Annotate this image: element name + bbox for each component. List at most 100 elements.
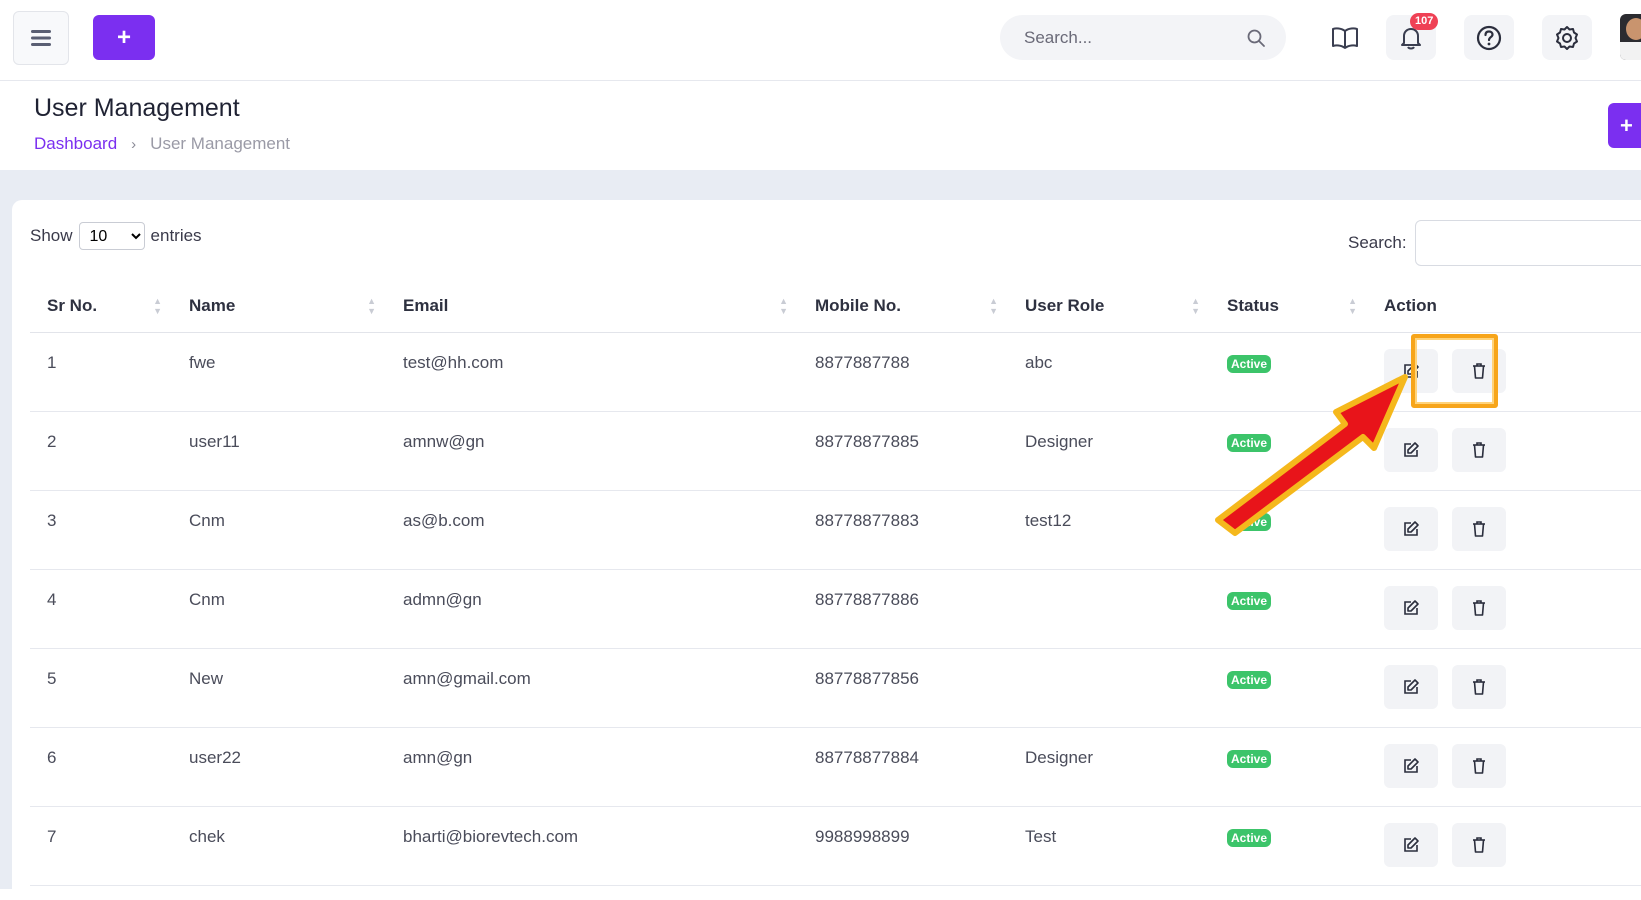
cell-email: amn@gn [386, 727, 798, 807]
table-row: 3 Cnm as@b.com 88778877883 test12 Active [30, 490, 1641, 570]
global-search-input[interactable] [1024, 27, 1246, 48]
column-header-role[interactable]: User Role ▲ ▼ [1008, 280, 1210, 333]
page-header: User Management Dashboard › User Managem… [0, 82, 1641, 170]
cell-sr: 6 [30, 727, 172, 807]
edit-icon [1404, 599, 1419, 615]
global-search[interactable] [1000, 15, 1286, 60]
help-button[interactable] [1464, 15, 1514, 60]
cell-email: as@b.com [386, 490, 798, 570]
help-icon [1476, 25, 1502, 50]
show-label: Show [30, 226, 73, 245]
status-badge: Active [1227, 828, 1272, 847]
delete-button[interactable] [1452, 743, 1506, 788]
user-avatar[interactable] [1620, 14, 1641, 60]
cell-action [1367, 727, 1641, 807]
sort-icon: ▲ ▼ [1191, 296, 1200, 316]
cell-mobile: 88778877886 [798, 569, 1008, 649]
table-row: 1 fwe test@hh.com 8877887788 abc Active [30, 332, 1641, 412]
edit-button[interactable] [1384, 348, 1438, 393]
column-header-email[interactable]: Email ▲ ▼ [386, 280, 798, 333]
status-badge: Active [1227, 749, 1272, 768]
edit-icon [1404, 678, 1419, 694]
cell-email: amn@gmail.com [386, 648, 798, 728]
breadcrumb-dashboard-link[interactable]: Dashboard [34, 134, 117, 154]
cell-email: bharti@biorevtech.com [386, 806, 798, 886]
cell-mobile: 88778877885 [798, 411, 1008, 491]
page-title: User Management [34, 94, 240, 122]
cell-role: test12 [1008, 490, 1210, 570]
settings-button[interactable] [1542, 15, 1592, 60]
sort-icon: ▲ ▼ [1348, 296, 1357, 316]
cell-role: abc [1008, 332, 1210, 412]
cell-status: Active [1210, 332, 1367, 412]
cell-status: Active [1210, 490, 1367, 570]
status-badge: Active [1227, 591, 1272, 610]
column-header-label: Mobile No. [815, 295, 901, 315]
column-header-action: Action [1367, 280, 1641, 333]
entries-select[interactable]: 10 [78, 222, 145, 250]
edit-button[interactable] [1384, 664, 1438, 709]
table-row: 4 Cnm admn@gn 88778877886 Active [30, 569, 1641, 649]
cell-action [1367, 648, 1641, 728]
docs-button[interactable] [1320, 15, 1370, 60]
cell-email: admn@gn [386, 569, 798, 649]
status-badge: Active [1227, 512, 1272, 531]
column-header-label: Sr No. [47, 295, 98, 315]
cell-name: fwe [172, 332, 386, 412]
delete-button[interactable] [1452, 348, 1506, 393]
avatar-face [1626, 18, 1641, 40]
edit-button[interactable] [1384, 743, 1438, 788]
breadcrumb: Dashboard › User Management [34, 134, 290, 154]
plus-icon: + [116, 23, 131, 51]
cell-sr: 4 [30, 569, 172, 649]
cell-name: user22 [172, 727, 386, 807]
trash-icon [1473, 520, 1485, 537]
show-entries-control: Show 10 entries [30, 222, 202, 250]
avatar-shirt [1620, 42, 1641, 60]
cell-action [1367, 411, 1641, 491]
cell-status: Active [1210, 648, 1367, 728]
cell-sr: 3 [30, 490, 172, 570]
cell-mobile: 88778877856 [798, 648, 1008, 728]
search-icon[interactable] [1246, 28, 1266, 48]
notification-count-badge: 107 [1410, 13, 1439, 30]
trash-icon [1473, 678, 1485, 695]
cell-role [1008, 648, 1210, 728]
menu-toggle-button[interactable] [13, 11, 69, 65]
column-header-sr[interactable]: Sr No. ▲ ▼ [30, 280, 172, 333]
column-header-mobile[interactable]: Mobile No. ▲ ▼ [798, 280, 1008, 333]
status-badge: Active [1227, 433, 1272, 452]
edit-button[interactable] [1384, 585, 1438, 630]
cell-name: Cnm [172, 569, 386, 649]
cell-action [1367, 569, 1641, 649]
table-search-input[interactable] [1414, 220, 1641, 266]
top-navbar: + 107 [0, 0, 1641, 81]
edit-button[interactable] [1384, 427, 1438, 472]
sort-icon: ▲ ▼ [779, 296, 788, 316]
edit-icon [1404, 362, 1419, 378]
gear-icon [1556, 25, 1578, 50]
cell-role: Designer [1008, 411, 1210, 491]
column-header-status[interactable]: Status ▲ ▼ [1210, 280, 1367, 333]
cell-name: Cnm [172, 490, 386, 570]
cell-mobile: 8877887788 [798, 332, 1008, 412]
cell-sr: 5 [30, 648, 172, 728]
delete-button[interactable] [1452, 585, 1506, 630]
edit-button[interactable] [1384, 822, 1438, 867]
column-header-name[interactable]: Name ▲ ▼ [172, 280, 386, 333]
notifications-button[interactable]: 107 [1386, 13, 1439, 60]
quick-add-button[interactable]: + [93, 15, 155, 60]
add-user-button[interactable]: + [1608, 103, 1641, 148]
breadcrumb-separator: › [131, 135, 137, 153]
delete-button[interactable] [1452, 506, 1506, 551]
trash-icon [1473, 362, 1485, 379]
delete-button[interactable] [1452, 822, 1506, 867]
column-header-label: Action [1384, 295, 1437, 315]
edit-button[interactable] [1384, 506, 1438, 551]
edit-icon [1404, 836, 1419, 852]
column-header-label: Status [1227, 295, 1279, 315]
delete-button[interactable] [1452, 664, 1506, 709]
cell-mobile: 88778877884 [798, 727, 1008, 807]
delete-button[interactable] [1452, 427, 1506, 472]
edit-icon [1404, 520, 1419, 536]
